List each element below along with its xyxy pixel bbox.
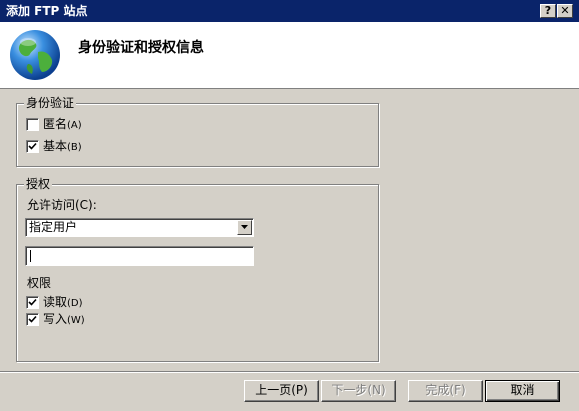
back-button[interactable]: 上一页(P) — [244, 380, 319, 402]
anonymous-accel: (A) — [67, 120, 82, 131]
help-icon: ? — [544, 4, 552, 17]
read-checkbox-row[interactable]: 读取(D) — [26, 295, 106, 309]
user-name-input[interactable] — [25, 246, 254, 266]
allow-access-label: 允许访问(C): — [27, 198, 97, 212]
read-accel: (D) — [67, 298, 83, 309]
cancel-button[interactable]: 取消 — [485, 380, 560, 402]
write-accel: (W) — [67, 315, 85, 326]
write-label: 写入 — [43, 312, 68, 326]
write-checkbox-row[interactable]: 写入(W) — [26, 312, 106, 326]
wizard-header: 身份验证和授权信息 — [0, 22, 579, 89]
basic-checkbox-row[interactable]: 基本(B) — [26, 139, 106, 153]
checkmark-icon — [28, 315, 37, 323]
anonymous-label: 匿名 — [43, 117, 68, 131]
allow-access-value: 指定用户 — [29, 220, 78, 234]
write-checkbox[interactable] — [26, 313, 39, 326]
next-button[interactable]: 下一步(N) — [321, 380, 396, 402]
dropdown-button[interactable] — [237, 220, 252, 235]
finish-button[interactable]: 完成(F) — [408, 380, 483, 402]
close-icon: ✕ — [560, 4, 570, 17]
authorization-legend: 授权 — [24, 177, 53, 191]
read-label: 读取 — [43, 295, 68, 309]
header-title: 身份验证和授权信息 — [78, 40, 204, 56]
chevron-down-icon — [241, 225, 248, 229]
allow-access-select[interactable]: 指定用户 — [25, 218, 254, 237]
footer-separator — [0, 371, 579, 373]
basic-checkbox[interactable] — [26, 140, 39, 153]
window-title: 添加 FTP 站点 — [6, 4, 88, 18]
globe-icon — [10, 30, 60, 80]
authentication-legend: 身份验证 — [24, 96, 77, 110]
permissions-label: 权限 — [27, 276, 52, 290]
basic-label: 基本 — [43, 139, 68, 153]
checkmark-icon — [28, 142, 37, 150]
authentication-group: 身份验证 — [16, 96, 379, 167]
text-caret — [30, 250, 31, 262]
basic-accel: (B) — [67, 142, 82, 153]
anonymous-checkbox-row[interactable]: 匿名(A) — [26, 117, 106, 131]
anonymous-checkbox[interactable] — [26, 118, 39, 131]
add-ftp-site-dialog: 添加 FTP 站点 ? ✕ 身份验证和授权信息 身份验证 匿名(A) 基本(B)… — [0, 0, 579, 411]
read-checkbox[interactable] — [26, 296, 39, 309]
close-button[interactable]: ✕ — [557, 4, 573, 18]
title-bar[interactable]: 添加 FTP 站点 ? ✕ — [0, 0, 579, 22]
help-button[interactable]: ? — [540, 4, 556, 18]
checkmark-icon — [28, 298, 37, 306]
